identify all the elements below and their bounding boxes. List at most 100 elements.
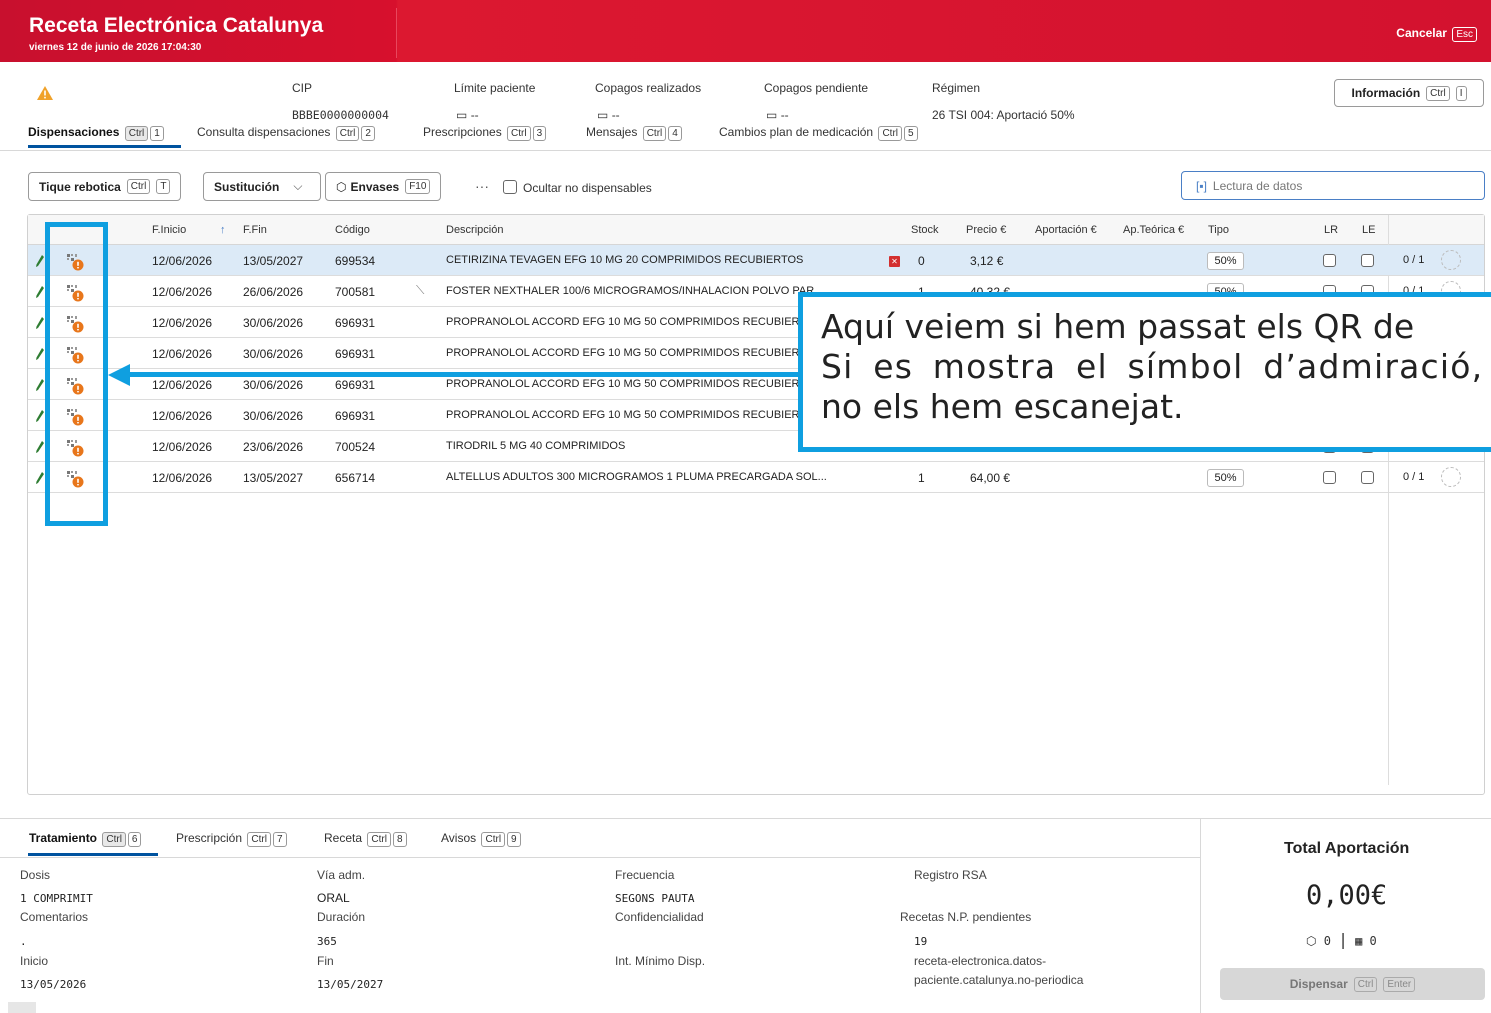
cell-descripcion: PROPRANOLOL ACCORD EFG 10 MG 50 COMPRIMI… <box>446 378 822 390</box>
divider <box>0 857 1200 858</box>
col-inicio[interactable]: F.Inicio <box>152 224 186 236</box>
edit-pen-icon[interactable] <box>36 286 44 298</box>
progress-ring-icon <box>1441 250 1461 270</box>
button-label: Envases <box>350 179 400 194</box>
lr-checkbox[interactable] <box>1323 254 1336 267</box>
cell-inicio: 12/06/2026 <box>152 378 213 392</box>
app-title: Receta Electrónica Catalunya <box>29 14 324 37</box>
col-stock[interactable]: Stock <box>911 224 939 236</box>
edit-pen-icon[interactable] <box>36 410 44 422</box>
kbd-ctrl: Ctrl <box>1426 85 1450 101</box>
kbd-ctrl: Ctrl <box>102 832 126 847</box>
table-row[interactable]: 12/06/2026 13/05/2027 699534 CETIRIZINA TEV… <box>28 245 1484 276</box>
kbd-5: 5 <box>904 126 918 141</box>
edit-pen-icon[interactable] <box>36 255 44 267</box>
le-checkbox[interactable] <box>1361 254 1374 267</box>
edit-pen-icon[interactable] <box>36 441 44 453</box>
sort-asc-icon[interactable]: ↑ <box>220 224 226 236</box>
tab-consulta-dispensaciones[interactable]: Consulta dispensaciones Ctrl 2 <box>197 125 375 141</box>
edit-pen-icon[interactable] <box>36 379 44 391</box>
hide-non-dispensable-checkbox[interactable] <box>503 180 517 194</box>
cell-precio: 64,00 € <box>970 471 1011 485</box>
data-reading-input[interactable]: [▪] Lectura de datos <box>1181 171 1485 200</box>
tab-mensajes[interactable]: Mensajes Ctrl 4 <box>586 125 682 141</box>
tab-label: Cambios plan de medicación <box>719 125 874 139</box>
annotation-line-1: Aquí veiem si hem passat els QR de <box>821 307 1415 346</box>
stock-alert-icon: ✕ <box>889 256 900 267</box>
cell-inicio: 12/06/2026 <box>152 316 213 330</box>
copay-pending-value: -- <box>780 108 789 122</box>
tab-dispensaciones[interactable]: Dispensaciones Ctrl 1 <box>28 125 164 141</box>
copay-done-label: Copagos realizados <box>595 81 702 95</box>
tab-receta[interactable]: Receta Ctrl 8 <box>324 831 407 847</box>
col-descripcion[interactable]: Descripción <box>446 224 503 236</box>
col-aportacion[interactable]: Aportación € <box>1035 224 1097 236</box>
qr-icon: ▦ <box>1355 934 1363 948</box>
lr-checkbox[interactable] <box>1323 471 1336 484</box>
kbd-4: 4 <box>668 126 682 141</box>
divider <box>0 818 1491 819</box>
tab-label: Consulta dispensaciones <box>197 125 331 139</box>
tab-prescripcion[interactable]: Prescripción Ctrl 7 <box>176 831 287 847</box>
edit-pen-icon[interactable] <box>36 348 44 360</box>
information-button[interactable]: Información Ctrl I <box>1334 79 1484 107</box>
recetas-np-value: 19 <box>914 935 928 948</box>
totals-counters: ⬡ 0 | ▦ 0 <box>1306 930 1377 949</box>
tique-rebotica-button[interactable]: Tique rebotica Ctrl T <box>28 172 182 201</box>
cell-fin: 30/06/2026 <box>243 316 304 330</box>
scroll-stub <box>8 1002 36 1013</box>
tab-label: Receta <box>324 831 363 845</box>
tab-prescripciones[interactable]: Prescripciones Ctrl 3 <box>423 125 547 141</box>
kbd-i: I <box>1455 85 1467 101</box>
tab-cambios-plan[interactable]: Cambios plan de medicación Ctrl 5 <box>719 125 918 141</box>
col-codigo[interactable]: Código <box>335 224 370 236</box>
limit-value: -- <box>470 108 479 122</box>
cell-inicio: 12/06/2026 <box>152 471 213 485</box>
tab-label: Prescripción <box>176 831 243 845</box>
cancel-button[interactable]: Cancelar Esc <box>1396 26 1477 42</box>
tab-avisos[interactable]: Avisos Ctrl 9 <box>441 831 521 847</box>
annotation-line-2: Si es mostra el símbol d’admiració, <box>821 347 1484 386</box>
dispensar-button[interactable]: Dispensar Ctrl Enter <box>1220 968 1485 1000</box>
envases-button[interactable]: ⬡ Envases F10 <box>325 172 442 201</box>
copay-pending-field: ▭ -- <box>766 108 789 122</box>
cell-fin: 26/06/2026 <box>243 285 304 299</box>
edit-pen-icon[interactable] <box>36 317 44 329</box>
active-tab-indicator <box>28 145 181 148</box>
tab-label: Mensajes <box>586 125 638 139</box>
card-icon: ▭ <box>766 108 778 122</box>
tab-tratamiento[interactable]: Tratamiento Ctrl 6 <box>29 831 142 847</box>
col-ap-teorica[interactable]: Ap.Teórica € <box>1123 224 1184 236</box>
col-fin[interactable]: F.Fin <box>243 224 267 236</box>
dosis-value: 1 COMPRIMIT <box>20 892 93 905</box>
tab-label: Avisos <box>441 831 477 845</box>
table-row[interactable]: 12/06/2026 13/05/2027 656714 ALTELLUS ADULT… <box>28 462 1484 493</box>
annotation-line-3: no els hem escanejat. <box>821 387 1184 426</box>
copay-done-field: ▭ -- <box>597 108 620 122</box>
regime-value: 26 TSI 004: Aportació 50% <box>932 108 1075 122</box>
col-tipo[interactable]: Tipo <box>1208 224 1229 236</box>
tipo-badge: 50% <box>1207 252 1244 270</box>
col-lr[interactable]: LR <box>1324 224 1338 236</box>
separator: | <box>1338 930 1348 949</box>
via-value: ORAL <box>317 891 350 905</box>
cell-codigo: 696931 <box>335 409 376 423</box>
cell-descripcion: FOSTER NEXTHALER 100/6 MICROGRAMOS/INHAL… <box>446 285 824 297</box>
edit-pen-icon[interactable] <box>36 472 44 484</box>
col-precio[interactable]: Precio € <box>966 224 1006 236</box>
copay-done-value: -- <box>611 108 620 122</box>
kbd-ctrl: Ctrl <box>507 126 531 141</box>
cell-descripcion: ALTELLUS ADULTOS 300 MICROGRAMOS 1 PLUMA… <box>446 471 827 483</box>
cell-codigo: 656714 <box>335 471 376 485</box>
more-options-button[interactable]: ··· <box>475 178 489 194</box>
active-tab-indicator <box>28 853 158 856</box>
no-sync-icon: ⟍ <box>416 283 425 297</box>
sustitucion-dropdown[interactable]: Sustitución ⌵ <box>203 172 321 201</box>
chevron-down-icon: ⌵ <box>293 179 303 193</box>
le-checkbox[interactable] <box>1361 471 1374 484</box>
cancel-label: Cancelar <box>1396 26 1447 40</box>
kbd-8: 8 <box>392 832 407 847</box>
col-le[interactable]: LE <box>1362 224 1375 236</box>
annotation-arrow <box>128 372 802 377</box>
confidencialidad-label: Confidencialidad <box>615 910 704 924</box>
